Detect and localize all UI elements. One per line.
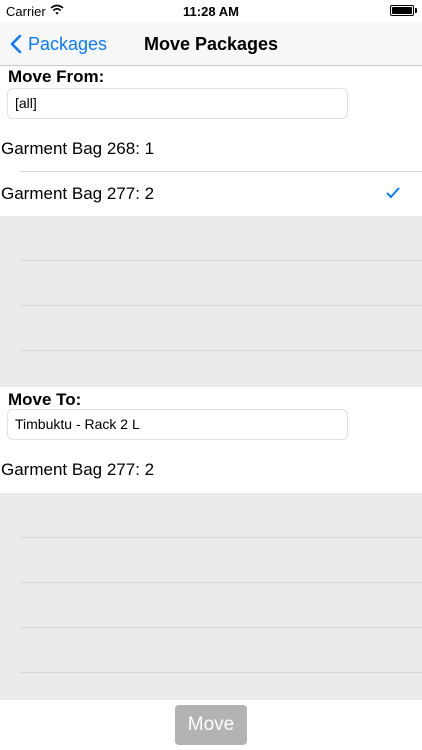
move-from-item-1[interactable]: Garment Bag 268: 1 xyxy=(0,127,422,171)
bottom-toolbar: Move xyxy=(0,700,422,750)
list-item-label: Garment Bag 277: 2 xyxy=(1,184,155,203)
back-button[interactable]: Packages xyxy=(10,22,107,66)
checkmark-icon xyxy=(386,187,400,198)
move-from-item-2[interactable]: Garment Bag 277: 2 xyxy=(0,172,422,216)
move-button[interactable]: Move xyxy=(175,705,247,745)
navigation-bar: Packages Move Packages xyxy=(0,22,422,66)
move-from-field[interactable]: [all] xyxy=(7,88,348,119)
move-to-label: Move To: xyxy=(8,390,82,409)
move-from-empty-area xyxy=(0,216,422,387)
status-bar: Carrier 11:28 AM xyxy=(0,0,422,22)
move-to-field[interactable]: Timbuktu - Rack 2 L xyxy=(7,409,348,440)
battery-tip xyxy=(415,8,417,13)
chevron-left-icon xyxy=(10,34,22,54)
status-time: 11:28 AM xyxy=(183,4,239,19)
back-button-label: Packages xyxy=(28,33,108,54)
move-to-item-1[interactable]: Garment Bag 277: 2 xyxy=(0,448,422,492)
list-item-label: Garment Bag 268: 1 xyxy=(1,139,155,158)
battery-icon xyxy=(390,5,414,16)
move-from-label: Move From: xyxy=(8,67,105,86)
list-item-label: Garment Bag 277: 2 xyxy=(1,460,155,479)
move-to-empty-area xyxy=(0,493,422,700)
